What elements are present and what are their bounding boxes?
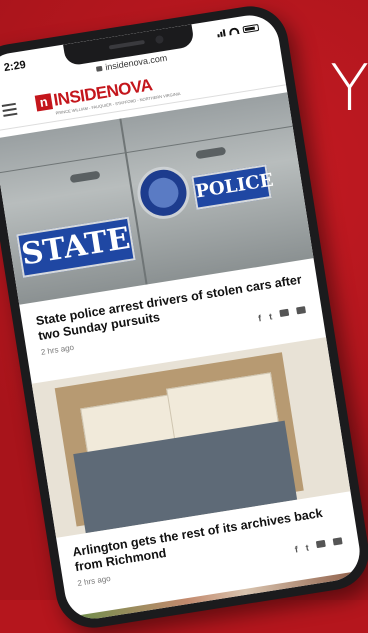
article-image-archives[interactable] (31, 337, 351, 538)
camera-icon (154, 34, 165, 45)
share-bar: f t (294, 537, 343, 555)
battery-icon (242, 23, 260, 33)
speaker-icon (108, 39, 145, 50)
article-time: 2 hrs ago (76, 573, 112, 589)
twitter-icon[interactable]: t (305, 543, 310, 553)
police-seal (133, 163, 194, 223)
background-text: Y (330, 52, 368, 126)
twitter-icon[interactable]: t (268, 311, 273, 321)
menu-icon[interactable] (1, 102, 18, 117)
facebook-icon[interactable]: f (258, 313, 263, 323)
comment-icon[interactable] (315, 539, 326, 549)
status-icons (217, 23, 260, 38)
facebook-icon[interactable]: f (294, 544, 299, 554)
status-time: 2:29 (3, 58, 27, 75)
article-image-state-police[interactable]: STATE POLICE (0, 92, 314, 305)
state-plate: STATE (16, 216, 136, 278)
share-bar: f t (258, 306, 307, 323)
lock-icon (96, 65, 103, 72)
email-icon[interactable] (332, 537, 343, 546)
wifi-icon (228, 26, 240, 36)
signal-icon (217, 28, 226, 38)
comment-icon[interactable] (279, 308, 290, 318)
logo-mark: n (34, 93, 54, 112)
article-time: 2 hrs ago (40, 342, 75, 357)
police-plate: POLICE (191, 164, 275, 210)
email-icon[interactable] (296, 306, 307, 315)
